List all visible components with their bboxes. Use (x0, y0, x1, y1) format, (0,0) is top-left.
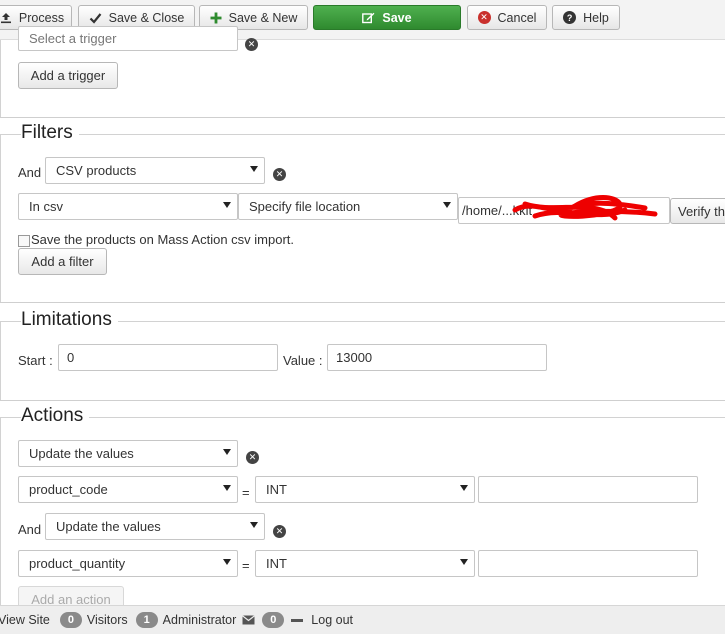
process-label: Process (18, 10, 65, 25)
cancel-label: Cancel (497, 10, 537, 25)
check-icon (89, 12, 102, 24)
action-field-select[interactable]: product_quantity (18, 550, 238, 577)
action-type-value: Update the values (29, 446, 134, 461)
chevron-down-icon (443, 202, 451, 208)
start-value: 0 (67, 350, 75, 365)
plus-icon (210, 12, 222, 24)
save-products-label: Save the products on Mass Action csv imp… (31, 232, 295, 247)
value-value: 13000 (336, 350, 373, 365)
mail-icon[interactable] (242, 615, 256, 625)
filters-title: Filters (21, 122, 79, 144)
section-border (0, 417, 1, 605)
equals-label: = (242, 558, 250, 573)
section-border (0, 40, 1, 117)
upload-icon (0, 12, 12, 24)
triggers-section: Select a trigger ✕ Add a trigger (0, 26, 725, 118)
save-close-label: Save & Close (108, 10, 185, 25)
value-input[interactable]: 13000 (327, 344, 547, 371)
and-label: And (18, 165, 42, 180)
in-csv-select[interactable]: In csv (18, 193, 238, 220)
section-border (0, 321, 1, 400)
filter-type-select[interactable]: CSV products (45, 157, 265, 184)
legend-line (0, 134, 725, 135)
equals-label: = (242, 485, 250, 500)
save-new-label: Save & New (228, 10, 298, 25)
action-value-type-value: INT (266, 556, 287, 571)
help-icon: ? (563, 11, 577, 24)
action-value-type-select[interactable]: INT (255, 550, 475, 577)
chevron-down-icon (460, 559, 468, 565)
limitations-section: Limitations Start : 0 Value : 13000 (0, 303, 725, 401)
visitors-label: Visitors (86, 613, 128, 627)
verify-label: Verify th (678, 203, 725, 219)
cancel-icon: ✕ (477, 11, 491, 24)
remove-action-icon[interactable]: ✕ (273, 525, 286, 538)
chevron-down-icon (460, 485, 468, 491)
action-field-value: product_code (29, 482, 108, 497)
admin-badge: 1 (135, 612, 158, 628)
chevron-down-icon (223, 485, 231, 491)
legend-line (0, 417, 725, 418)
view-site-link[interactable]: View Site (0, 613, 50, 627)
filter-type-value: CSV products (56, 163, 137, 178)
minus-icon (291, 618, 304, 622)
add-filter-button[interactable]: Add a filter (18, 248, 107, 275)
start-input[interactable]: 0 (58, 344, 278, 371)
remove-action-icon[interactable]: ✕ (246, 451, 259, 464)
cancel-button[interactable]: ✕ Cancel (467, 5, 547, 30)
start-label: Start : (18, 353, 53, 368)
chevron-down-icon (223, 559, 231, 565)
actions-section: Actions Update the values ✕ product_code… (0, 401, 725, 613)
limitations-title: Limitations (21, 309, 118, 331)
section-border (0, 134, 1, 302)
chevron-down-icon (250, 522, 258, 528)
verify-button[interactable]: Verify th (670, 198, 725, 224)
save-label: Save (382, 10, 412, 25)
edit-icon (362, 12, 375, 24)
add-filter-label: Add a filter (31, 254, 94, 269)
add-trigger-label: Add a trigger (30, 68, 106, 83)
value-label: Value : (283, 353, 323, 368)
filters-section: Filters And CSV products ✕ In csv Specif… (0, 118, 725, 303)
help-button[interactable]: ? Help (552, 5, 620, 30)
trigger-select-value: Select a trigger (29, 31, 117, 46)
chevron-down-icon (250, 166, 258, 172)
and-label: And (18, 522, 42, 537)
location-mode-value: Specify file location (249, 199, 361, 214)
save-products-checkbox[interactable] (18, 235, 30, 247)
visitors-badge: 0 (59, 612, 82, 628)
in-csv-value: In csv (29, 199, 63, 214)
action-type-value: Update the values (56, 519, 161, 534)
remove-filter-icon[interactable]: ✕ (273, 168, 286, 181)
action-type-select[interactable]: Update the values (18, 440, 238, 467)
action-value-type-value: INT (266, 482, 287, 497)
save-button[interactable]: Save (313, 5, 461, 30)
action-value-input[interactable] (478, 476, 698, 503)
action-value-type-select[interactable]: INT (255, 476, 475, 503)
red-scribble-annotation (512, 195, 658, 221)
action-value-input[interactable] (478, 550, 698, 577)
action-type-select[interactable]: Update the values (45, 513, 265, 540)
help-label: Help (583, 10, 609, 25)
add-trigger-button[interactable]: Add a trigger (18, 62, 118, 89)
logout-link[interactable]: Log out (311, 613, 353, 627)
remove-trigger-icon[interactable]: ✕ (245, 38, 258, 51)
location-mode-select[interactable]: Specify file location (238, 193, 458, 220)
admin-label: Administrator (162, 613, 237, 627)
chevron-down-icon (223, 202, 231, 208)
trigger-select[interactable]: Select a trigger (18, 26, 238, 51)
status-bar: View Site 0 Visitors 1 Administrator 0 L… (0, 605, 725, 634)
messages-badge: 0 (262, 612, 285, 628)
action-field-value: product_quantity (29, 556, 126, 571)
action-field-select[interactable]: product_code (18, 476, 238, 503)
chevron-down-icon (223, 449, 231, 455)
actions-title: Actions (21, 405, 90, 427)
